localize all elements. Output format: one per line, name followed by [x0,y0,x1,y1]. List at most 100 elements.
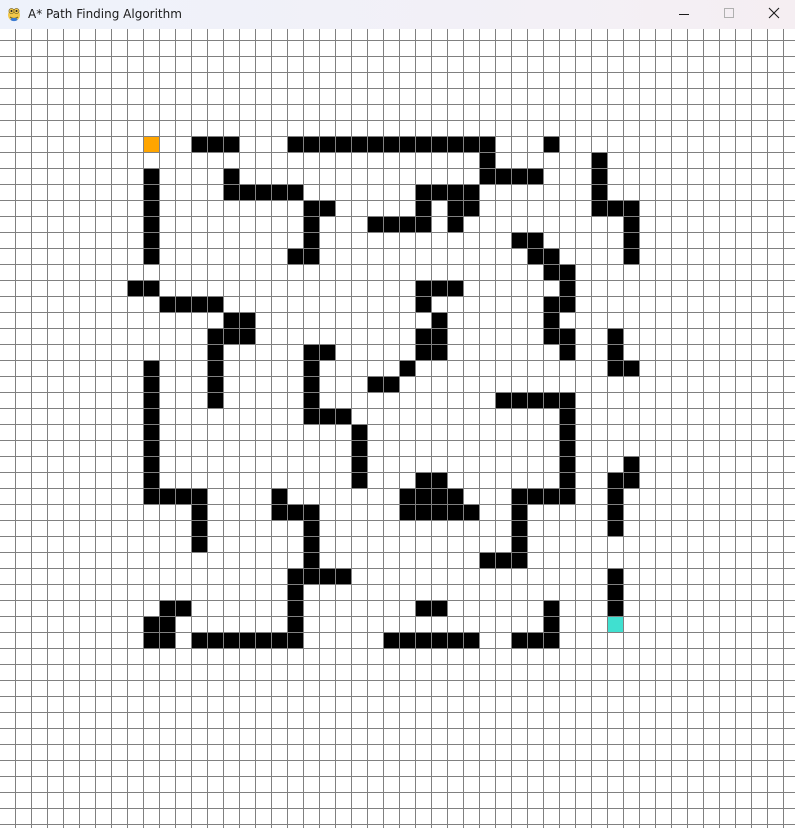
barrier-cell[interactable] [607,488,623,504]
barrier-cell[interactable] [399,488,415,504]
barrier-cell[interactable] [351,456,367,472]
barrier-cell[interactable] [271,184,287,200]
barrier-cell[interactable] [623,456,639,472]
barrier-cell[interactable] [143,248,159,264]
barrier-cell[interactable] [319,136,335,152]
barrier-cell[interactable] [607,568,623,584]
barrier-cell[interactable] [143,184,159,200]
barrier-cell[interactable] [399,136,415,152]
barrier-cell[interactable] [623,248,639,264]
barrier-cell[interactable] [287,248,303,264]
barrier-cell[interactable] [287,184,303,200]
barrier-cell[interactable] [543,392,559,408]
barrier-cell[interactable] [191,536,207,552]
barrier-cell[interactable] [591,184,607,200]
barrier-cell[interactable] [607,328,623,344]
barrier-cell[interactable] [383,216,399,232]
barrier-cell[interactable] [495,392,511,408]
barrier-cell[interactable] [543,600,559,616]
barrier-cell[interactable] [303,200,319,216]
barrier-cell[interactable] [591,200,607,216]
barrier-cell[interactable] [447,216,463,232]
barrier-cell[interactable] [591,168,607,184]
barrier-cell[interactable] [543,616,559,632]
barrier-cell[interactable] [223,312,239,328]
barrier-cell[interactable] [303,136,319,152]
barrier-cell[interactable] [479,168,495,184]
barrier-cell[interactable] [191,296,207,312]
barrier-cell[interactable] [623,360,639,376]
barrier-cell[interactable] [607,600,623,616]
barrier-cell[interactable] [207,136,223,152]
barrier-cell[interactable] [383,376,399,392]
barrier-cell[interactable] [431,632,447,648]
barrier-cell[interactable] [543,328,559,344]
barrier-cell[interactable] [479,152,495,168]
barrier-cell[interactable] [207,296,223,312]
barrier-cell[interactable] [207,328,223,344]
title-bar[interactable]: A* Path Finding Algorithm [0,0,795,29]
barrier-cell[interactable] [431,312,447,328]
barrier-cell[interactable] [367,376,383,392]
barrier-cell[interactable] [431,488,447,504]
barrier-cell[interactable] [559,424,575,440]
barrier-cell[interactable] [127,280,143,296]
barrier-cell[interactable] [431,504,447,520]
barrier-cell[interactable] [559,344,575,360]
barrier-cell[interactable] [175,600,191,616]
barrier-cell[interactable] [143,424,159,440]
barrier-cell[interactable] [303,568,319,584]
barrier-cell[interactable] [543,248,559,264]
minimize-button[interactable] [661,0,707,29]
barrier-cell[interactable] [271,504,287,520]
barrier-cell[interactable] [287,632,303,648]
barrier-cell[interactable] [319,408,335,424]
barrier-cell[interactable] [623,232,639,248]
barrier-cell[interactable] [287,568,303,584]
barrier-cell[interactable] [607,504,623,520]
maximize-button[interactable] [706,0,752,29]
barrier-cell[interactable] [607,584,623,600]
barrier-cell[interactable] [527,632,543,648]
barrier-cell[interactable] [415,600,431,616]
barrier-cell[interactable] [479,552,495,568]
barrier-cell[interactable] [447,632,463,648]
barrier-cell[interactable] [447,504,463,520]
barrier-cell[interactable] [191,632,207,648]
path-finding-grid[interactable] [0,29,795,828]
barrier-cell[interactable] [447,184,463,200]
barrier-cell[interactable] [319,344,335,360]
start-node[interactable] [143,136,159,152]
barrier-cell[interactable] [559,456,575,472]
barrier-cell[interactable] [559,472,575,488]
barrier-cell[interactable] [479,136,495,152]
barrier-cell[interactable] [143,488,159,504]
barrier-cell[interactable] [415,184,431,200]
barrier-cell[interactable] [543,136,559,152]
barrier-cell[interactable] [415,504,431,520]
barrier-cell[interactable] [559,264,575,280]
barrier-cell[interactable] [415,472,431,488]
barrier-cell[interactable] [623,200,639,216]
barrier-cell[interactable] [303,376,319,392]
barrier-cell[interactable] [159,600,175,616]
barrier-cell[interactable] [511,232,527,248]
barrier-cell[interactable] [351,136,367,152]
barrier-cell[interactable] [559,392,575,408]
barrier-cell[interactable] [399,216,415,232]
end-node[interactable] [607,616,623,632]
barrier-cell[interactable] [159,296,175,312]
barrier-cell[interactable] [431,344,447,360]
barrier-cell[interactable] [303,536,319,552]
barrier-cell[interactable] [463,200,479,216]
barrier-cell[interactable] [143,200,159,216]
barrier-cell[interactable] [287,504,303,520]
barrier-cell[interactable] [543,312,559,328]
barrier-cell[interactable] [223,136,239,152]
barrier-cell[interactable] [143,376,159,392]
barrier-cell[interactable] [591,152,607,168]
barrier-cell[interactable] [303,344,319,360]
barrier-cell[interactable] [415,136,431,152]
barrier-cell[interactable] [543,488,559,504]
barrier-cell[interactable] [335,408,351,424]
